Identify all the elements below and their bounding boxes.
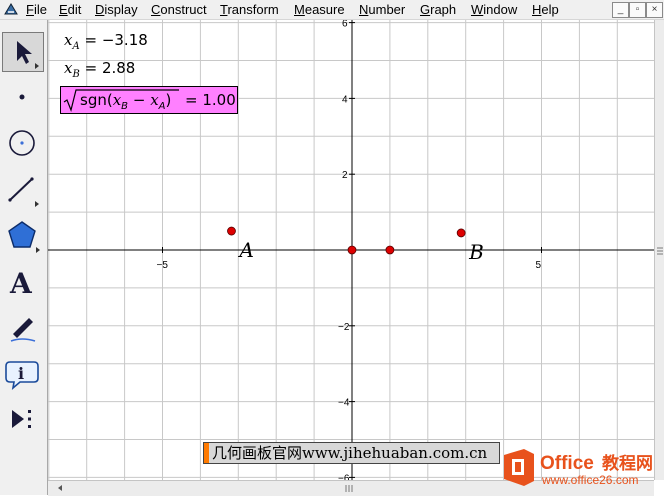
svg-text:Office: Office bbox=[540, 453, 594, 474]
menu-file[interactable]: File bbox=[26, 2, 47, 17]
minimize-button[interactable]: _ bbox=[612, 2, 629, 18]
svg-text:www.office26.com: www.office26.com bbox=[541, 473, 639, 487]
polygon-tool[interactable] bbox=[2, 216, 44, 256]
circle-compass-icon bbox=[9, 130, 35, 156]
svg-text:教程网: 教程网 bbox=[601, 453, 653, 474]
points-layer: AB bbox=[227, 226, 484, 264]
y-tick-label: −6 bbox=[338, 473, 350, 480]
toolbox: A i bbox=[0, 20, 48, 495]
menu-graph[interactable]: Graph bbox=[420, 2, 456, 17]
menu-edit[interactable]: Edit bbox=[59, 2, 81, 17]
office26-logo: Office 教程网 www.office26.com bbox=[500, 445, 662, 489]
point-tool[interactable] bbox=[2, 78, 44, 118]
menu-construct[interactable]: Construct bbox=[151, 2, 207, 17]
measurement-xb[interactable]: xB = 2.88 bbox=[64, 59, 135, 80]
x-tick-label: −5 bbox=[157, 260, 169, 271]
unit-point bbox=[385, 245, 395, 255]
x-tick-label: 5 bbox=[536, 260, 542, 271]
point-a-label: A bbox=[237, 238, 253, 262]
marker-pen-icon bbox=[10, 318, 36, 342]
calc-expression: sgn(xB − xA) bbox=[80, 91, 172, 112]
menu-help[interactable]: Help bbox=[532, 2, 559, 17]
menu-measure[interactable]: Measure bbox=[294, 2, 345, 17]
y-tick-label: −4 bbox=[338, 398, 350, 409]
point-b bbox=[456, 228, 466, 238]
custom-tool[interactable] bbox=[2, 400, 44, 440]
menu-display[interactable]: Display bbox=[95, 2, 138, 17]
marker-tool[interactable] bbox=[2, 308, 44, 348]
menu-window[interactable]: Window bbox=[471, 2, 517, 17]
sketchpad-app-icon[interactable] bbox=[4, 2, 18, 16]
menu-transform[interactable]: Transform bbox=[220, 2, 279, 17]
arrow-icon bbox=[17, 41, 39, 69]
office-logo-icon: Office 教程网 www.office26.com bbox=[504, 449, 653, 487]
y-tick-label: 4 bbox=[342, 94, 348, 105]
point-a bbox=[227, 226, 236, 236]
info-bubble-icon: i bbox=[5, 361, 39, 391]
measurement-xa[interactable]: xA = −3.18 bbox=[64, 31, 148, 52]
text-tool[interactable]: A bbox=[2, 262, 44, 302]
close-button[interactable]: × bbox=[646, 2, 663, 18]
svg-text:i: i bbox=[18, 364, 24, 383]
svg-text:A: A bbox=[9, 267, 33, 300]
vertical-scrollbar[interactable] bbox=[654, 20, 664, 480]
y-tick-label: 2 bbox=[342, 170, 348, 181]
calculation-sqrt-sgn[interactable]: sgn(xB − xA) = 1.00 bbox=[60, 86, 238, 114]
website-watermark: 几何画板官网www.jihehuaban.com.cn bbox=[203, 442, 500, 464]
origin-point bbox=[347, 245, 357, 255]
menu-bar: File Edit Display Construct Transform Me… bbox=[0, 0, 664, 20]
point-b-label: B bbox=[468, 240, 484, 264]
straightedge-tool[interactable] bbox=[2, 170, 44, 210]
y-tick-label: 6 bbox=[342, 20, 348, 30]
information-tool[interactable]: i bbox=[2, 354, 44, 394]
watermark-accent-bar bbox=[204, 443, 209, 463]
text-a-icon: A bbox=[9, 267, 33, 300]
point-icon bbox=[19, 94, 25, 100]
custom-tools-icon bbox=[12, 410, 31, 428]
pentagon-icon bbox=[8, 221, 40, 253]
menu-number[interactable]: Number bbox=[359, 2, 405, 17]
scroll-thumb-grip-icon bbox=[657, 247, 663, 255]
compass-tool[interactable] bbox=[2, 124, 44, 164]
segment-icon bbox=[8, 177, 39, 207]
arrow-select-tool[interactable] bbox=[2, 32, 44, 72]
restore-button[interactable]: ▫ bbox=[629, 2, 646, 18]
calc-value: = 1.00 bbox=[185, 91, 236, 109]
y-tick-label: −2 bbox=[338, 322, 350, 333]
